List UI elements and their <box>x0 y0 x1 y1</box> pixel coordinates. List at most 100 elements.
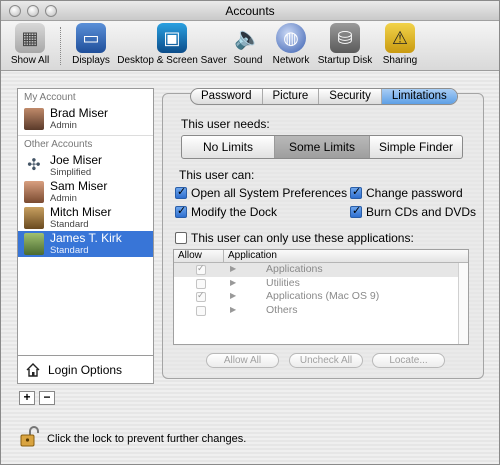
account-sam-miser[interactable]: Sam Miser Admin <box>18 179 153 205</box>
my-account-label: My Account <box>24 92 76 103</box>
account-role: Admin <box>50 120 77 131</box>
toolbar-separator <box>60 27 61 65</box>
tab-limitations[interactable]: Limitations <box>381 89 457 104</box>
open-system-preferences-checkbox[interactable]: Open all System Preferences <box>175 185 348 200</box>
burn-cds-checkbox[interactable]: Burn CDs and DVDs <box>350 204 477 219</box>
column-application[interactable]: Application <box>224 250 277 262</box>
change-password-checkbox[interactable]: Change password <box>350 185 463 200</box>
account-mitch-miser[interactable]: Mitch Miser Standard <box>18 205 153 231</box>
toolbar-network[interactable]: ◍ Network <box>269 23 313 66</box>
apple-grid-icon: ▦ <box>15 23 45 53</box>
allow-all-button[interactable]: Allow All <box>206 353 279 368</box>
user-avatar <box>24 181 44 203</box>
sharing-icon: ⚠ <box>385 23 415 53</box>
allow-checkbox[interactable] <box>196 290 206 302</box>
vertical-scrollbar[interactable] <box>458 263 468 344</box>
other-accounts-label: Other Accounts <box>24 139 93 150</box>
disclosure-triangle-icon[interactable]: ▶ <box>230 305 236 314</box>
list-row[interactable]: ▶ Others <box>174 304 468 318</box>
only-these-apps-checkbox[interactable]: This user can only use these application… <box>175 231 414 245</box>
minimize-button[interactable] <box>27 5 39 17</box>
app-name: Others <box>266 303 298 316</box>
checkbox-box <box>175 204 187 218</box>
checkbox-label: Change password <box>366 186 463 200</box>
monitor-icon: ▭ <box>76 23 106 53</box>
user-needs-label: This user needs: <box>181 117 270 131</box>
cat-avatar <box>24 207 44 229</box>
lock-icon[interactable] <box>19 425 41 447</box>
column-allow[interactable]: Allow <box>174 250 224 262</box>
disclosure-triangle-icon[interactable]: ▶ <box>230 278 236 287</box>
account-role: Standard <box>50 219 89 230</box>
toolbar-label: Startup Disk <box>317 55 373 66</box>
checkbox-label: Burn CDs and DVDs <box>366 205 477 219</box>
tab-security[interactable]: Security <box>319 89 382 104</box>
account-james-t-kirk[interactable]: James T. Kirk Standard <box>18 231 153 257</box>
user-avatar <box>24 108 44 130</box>
account-name: Mitch Miser <box>50 205 112 219</box>
house-icon <box>26 363 40 377</box>
checkbox-label: Modify the Dock <box>191 205 278 219</box>
no-limits-option[interactable]: No Limits <box>182 136 275 158</box>
toolbar-label: Sharing <box>382 55 418 66</box>
toolbar-displays[interactable]: ▭ Displays <box>67 23 115 66</box>
locate-button[interactable]: Locate... <box>372 353 445 368</box>
modify-dock-checkbox[interactable]: Modify the Dock <box>175 204 278 219</box>
account-role: Simplified <box>50 167 92 178</box>
checkbox-box <box>350 185 362 199</box>
toolbar-label: Show All <box>10 55 50 66</box>
toolbar-label: Displays <box>72 55 110 66</box>
zoom-button[interactable] <box>45 5 57 17</box>
list-row[interactable]: ▶ Utilities <box>174 277 468 291</box>
toolbar: ▦ Show All ▭ Displays ▣ Desktop & Screen… <box>1 21 499 71</box>
login-options-button[interactable]: Login Options <box>18 355 153 383</box>
add-user-button[interactable]: + <box>19 391 35 405</box>
desktop-icon: ▣ <box>157 23 187 53</box>
account-name: Brad Miser <box>50 106 109 120</box>
list-row[interactable]: ▶ Applications (Mac OS 9) <box>174 290 468 304</box>
account-name: Joe Miser <box>50 153 103 167</box>
toolbar-startup-disk[interactable]: ⛁ Startup Disk <box>315 23 375 66</box>
account-role: Standard <box>50 245 89 256</box>
close-button[interactable] <box>9 5 21 17</box>
user-can-label: This user can: <box>179 168 255 182</box>
uncheck-all-button[interactable]: Uncheck All <box>289 353 363 368</box>
toolbar-sharing[interactable]: ⚠ Sharing <box>379 23 421 66</box>
account-brad-miser[interactable]: Brad Miser Admin <box>18 106 153 132</box>
title-bar: Accounts <box>1 1 499 21</box>
limits-segmented-control: No Limits Some Limits Simple Finder <box>181 135 463 159</box>
allow-checkbox[interactable] <box>196 278 206 289</box>
checkbox-box <box>175 185 187 199</box>
toolbar-show-all[interactable]: ▦ Show All <box>7 23 53 66</box>
speaker-icon: 🔈 <box>234 25 262 50</box>
login-options-label: Login Options <box>48 363 123 377</box>
checkbox-label: This user can only use these application… <box>191 231 414 245</box>
lock-message: Click the lock to prevent further change… <box>47 433 247 445</box>
accounts-list: My Account Brad Miser Admin Other Accoun… <box>17 88 154 384</box>
disclosure-triangle-icon[interactable]: ▶ <box>230 264 236 273</box>
toolbar-desktop-screen-saver[interactable]: ▣ Desktop & Screen Saver <box>115 23 229 66</box>
tab-picture[interactable]: Picture <box>263 89 320 104</box>
list-row[interactable]: ▶ Applications <box>174 263 468 277</box>
allow-checkbox[interactable] <box>196 263 206 275</box>
allow-checkbox[interactable] <box>196 305 206 316</box>
account-role: Admin <box>50 193 77 204</box>
toolbar-label: Network <box>272 55 310 66</box>
window-title: Accounts <box>225 4 275 18</box>
account-name: James T. Kirk <box>50 231 122 245</box>
disclosure-triangle-icon[interactable]: ▶ <box>230 291 236 300</box>
account-name: Sam Miser <box>50 179 108 193</box>
toolbar-label: Desktop & Screen Saver <box>117 55 227 66</box>
some-limits-option[interactable]: Some Limits <box>275 136 370 158</box>
simple-finder-option[interactable]: Simple Finder <box>370 136 462 158</box>
user-avatar <box>24 233 44 255</box>
app-name: Applications (Mac OS 9) <box>266 290 380 302</box>
disk-icon: ⛁ <box>330 23 360 53</box>
list-header: Allow Application <box>174 250 468 263</box>
tab-password[interactable]: Password <box>191 89 263 104</box>
checkbox-label: Open all System Preferences <box>191 186 348 200</box>
remove-user-button[interactable]: − <box>39 391 55 405</box>
account-joe-miser[interactable]: ✣ Joe Miser Simplified <box>18 153 153 179</box>
dragonfly-icon: ✣ <box>24 155 44 177</box>
toolbar-sound[interactable]: 🔈 Sound <box>229 23 267 66</box>
